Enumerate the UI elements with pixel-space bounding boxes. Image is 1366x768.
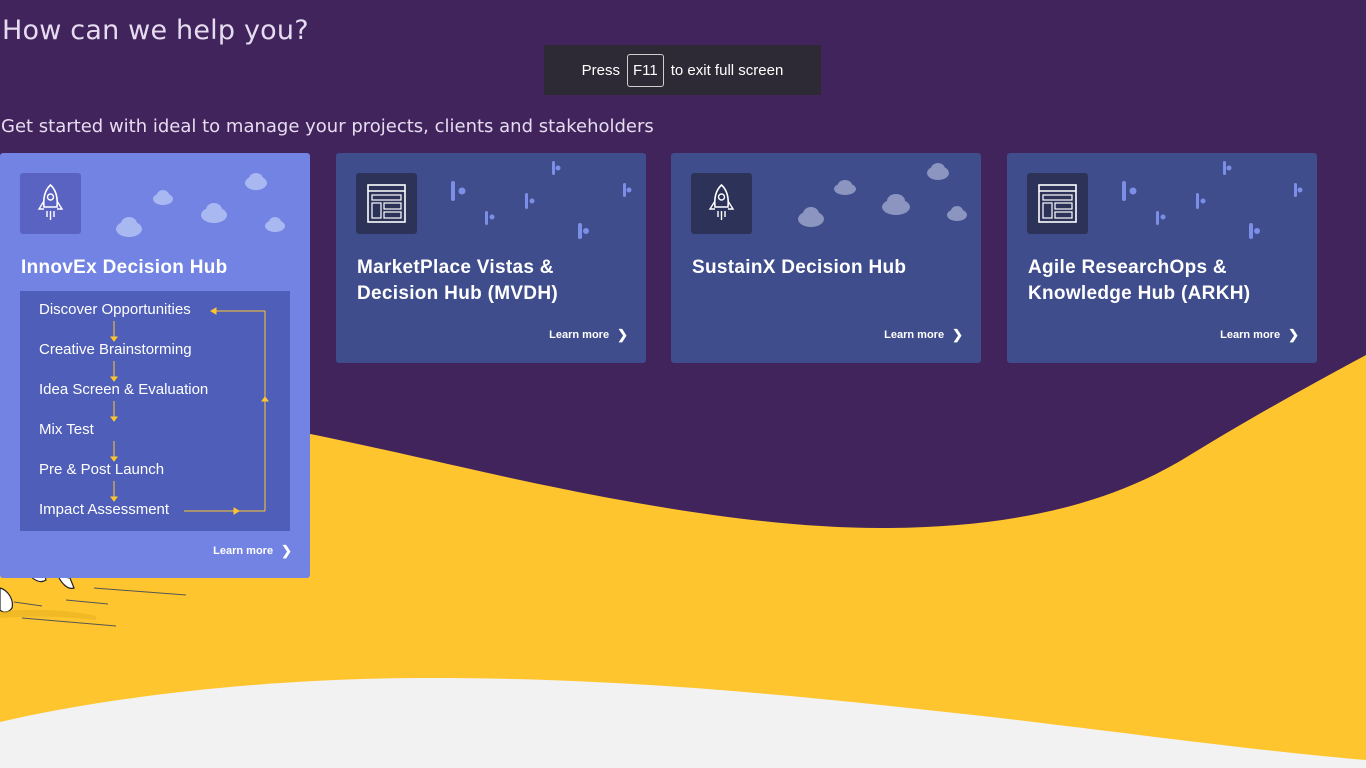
rocket-icon	[691, 173, 752, 234]
step-idea-screen-evaluation: Idea Screen & Evaluation	[39, 381, 209, 398]
rocket-icon	[20, 173, 81, 234]
step-impact-assessment: Impact Assessment	[39, 501, 170, 518]
learn-more-link[interactable]: Learn more ❯	[213, 543, 292, 559]
clouds-decoration	[798, 163, 967, 227]
chevron-right-icon: ❯	[617, 327, 628, 342]
fullscreen-notice-suffix: to exit full screen	[670, 61, 784, 79]
dashboard-layout-icon	[356, 173, 417, 234]
step-creative-brainstorming: Creative Brainstorming	[39, 341, 192, 358]
dashboard-layout-icon	[1027, 173, 1088, 234]
card-sustainx-decision-hub[interactable]: SustainX Decision Hub Learn more ❯	[671, 153, 981, 363]
learn-more-label: Learn more	[884, 329, 945, 341]
learn-more-link[interactable]: Learn more ❯	[549, 327, 628, 343]
clouds-decoration	[116, 173, 285, 237]
card-title: InnovEx Decision Hub	[21, 257, 228, 278]
card-innovex-decision-hub[interactable]: InnovEx Decision Hub Discover Opportunit…	[0, 153, 310, 578]
pins-decoration	[1122, 161, 1303, 239]
process-flow-arrows	[110, 307, 269, 515]
process-flow: Discover Opportunities Creative Brainsto…	[20, 291, 290, 531]
card-marketplace-vistas[interactable]: MarketPlace Vistas & Decision Hub (MVDH)…	[336, 153, 646, 363]
learn-more-label: Learn more	[549, 329, 610, 341]
step-mix-test: Mix Test	[39, 421, 94, 438]
card-title: Agile ResearchOps & Knowledge Hub (ARKH)	[1028, 257, 1251, 304]
card-agile-researchops[interactable]: Agile ResearchOps & Knowledge Hub (ARKH)…	[1007, 153, 1317, 363]
pins-decoration	[451, 161, 632, 239]
learn-more-link[interactable]: Learn more ❯	[884, 327, 963, 343]
page-title: How can we help you?	[2, 15, 309, 46]
fullscreen-notice-prefix: Press	[581, 61, 621, 79]
step-discover-opportunities: Discover Opportunities	[39, 301, 191, 318]
learn-more-label: Learn more	[213, 545, 274, 557]
card-title: MarketPlace Vistas & Decision Hub (MVDH)	[357, 257, 558, 304]
f11-key-badge: F11	[627, 53, 664, 87]
fullscreen-notice: Press F11 to exit full screen	[544, 45, 821, 95]
step-pre-post-launch: Pre & Post Launch	[39, 461, 165, 478]
chevron-right-icon: ❯	[281, 543, 292, 558]
chevron-right-icon: ❯	[1288, 327, 1299, 342]
card-title: SustainX Decision Hub	[692, 257, 907, 278]
chevron-right-icon: ❯	[952, 327, 963, 342]
page-subtitle: Get started with ideal to manage your pr…	[1, 116, 654, 137]
learn-more-link[interactable]: Learn more ❯	[1220, 327, 1299, 343]
learn-more-label: Learn more	[1220, 329, 1281, 341]
